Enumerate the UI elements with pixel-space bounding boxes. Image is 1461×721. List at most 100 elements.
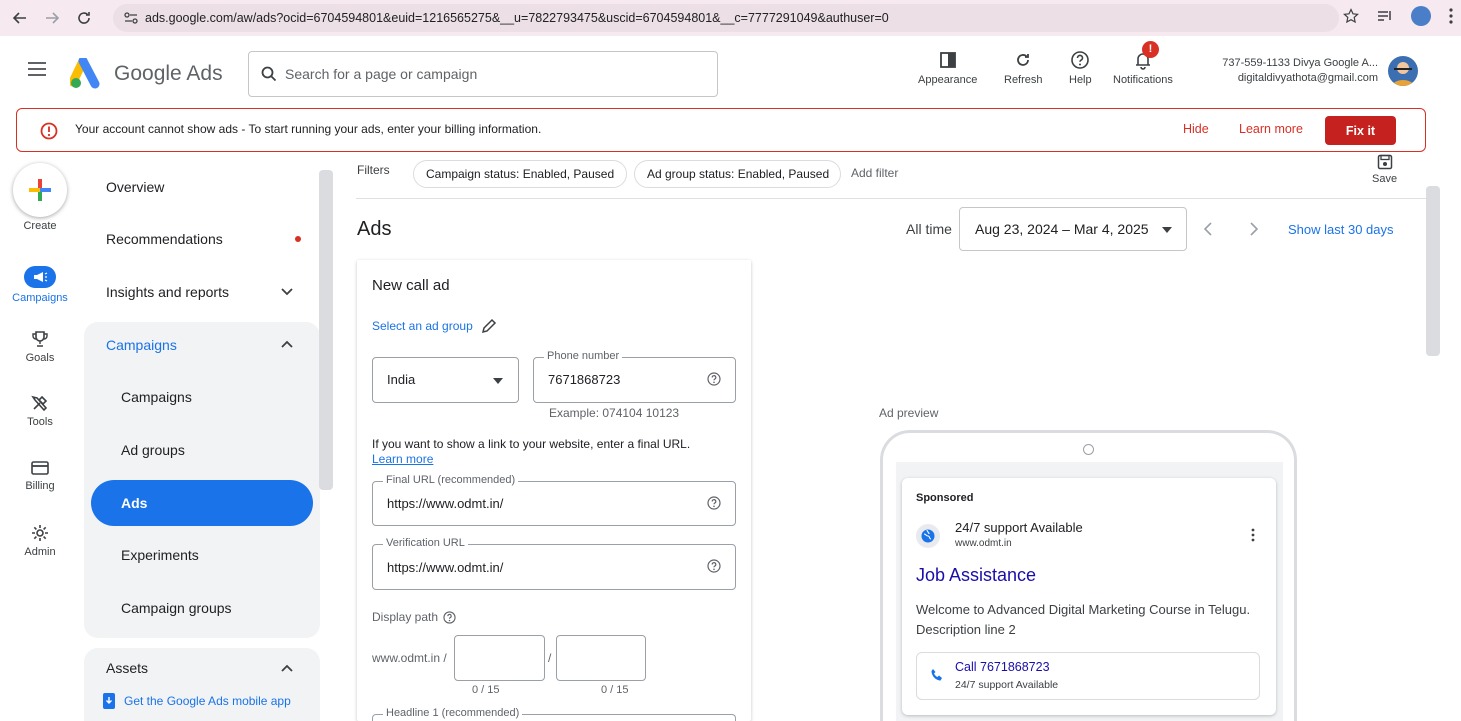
business-name: 24/7 support Available <box>955 520 1083 535</box>
google-ads-logo-icon <box>70 58 100 89</box>
nav-item-campaigns-group[interactable]: Campaigns <box>106 337 177 353</box>
next-period-icon[interactable] <box>1250 222 1258 236</box>
rail-admin[interactable]: Admin <box>5 524 75 558</box>
learn-more-url-link[interactable]: Learn more <box>372 452 433 466</box>
rail-goals[interactable]: Goals <box>5 330 75 364</box>
megaphone-icon <box>24 266 56 288</box>
nav-item-assets[interactable]: Assets <box>106 660 148 676</box>
verification-url-field[interactable]: Verification URL https://www.odmt.in/ <box>372 537 736 590</box>
final-url-help-icon[interactable] <box>707 496 721 510</box>
final-url-field[interactable]: Final URL (recommended) https://www.odmt… <box>372 474 736 526</box>
country-dropdown-icon <box>493 378 503 384</box>
notifications-button[interactable]: ! Notifications <box>1113 41 1173 86</box>
nav-item-campaigns[interactable]: Campaigns <box>121 389 192 405</box>
phone-number-field[interactable]: Phone number 7671868723 <box>533 350 736 403</box>
learn-more-link[interactable]: Learn more <box>1239 122 1303 136</box>
site-settings-icon[interactable] <box>123 11 139 25</box>
refresh-button[interactable]: Refresh <box>1004 50 1043 86</box>
country-select[interactable]: India <box>372 357 519 403</box>
hide-link[interactable]: Hide <box>1183 122 1209 136</box>
nav-item-ad-groups[interactable]: Ad groups <box>121 442 185 458</box>
help-icon <box>1071 51 1090 69</box>
account-info[interactable]: 737-559-1133 Divya Google A... digitaldi… <box>1204 56 1378 86</box>
chevron-down-icon[interactable] <box>281 288 293 296</box>
select-ad-group-link[interactable]: Select an ad group <box>372 318 497 334</box>
phone-camera-icon <box>1083 444 1094 455</box>
main-menu-icon[interactable] <box>28 62 46 76</box>
date-range-picker[interactable]: Aug 23, 2024 – Mar 4, 2025 <box>959 207 1187 251</box>
help-button[interactable]: Help <box>1069 50 1092 86</box>
dropdown-arrow-icon <box>1162 227 1172 233</box>
final-url-label: Final URL (recommended) <box>383 474 519 486</box>
nav-item-recommendations[interactable]: Recommendations <box>106 231 223 247</box>
search-bar[interactable]: Search for a page or campaign <box>248 51 718 97</box>
refresh-label: Refresh <box>1004 74 1043 86</box>
nav-item-overview[interactable]: Overview <box>106 179 164 195</box>
add-filter-button[interactable]: Add filter <box>851 166 898 180</box>
show-last-30-days-link[interactable]: Show last 30 days <box>1288 222 1394 237</box>
rail-billing[interactable]: Billing <box>5 460 75 492</box>
mobile-app-link[interactable]: Get the Google Ads mobile app <box>102 692 291 710</box>
fix-it-button[interactable]: Fix it <box>1325 116 1396 145</box>
notification-badge: ! <box>1141 41 1159 58</box>
select-ad-group-label: Select an ad group <box>372 319 473 333</box>
display-path-heading: Display path <box>372 610 456 624</box>
appearance-button[interactable]: Appearance <box>918 50 977 86</box>
nav-scrollbar[interactable] <box>319 170 333 490</box>
save-label: Save <box>1372 173 1398 185</box>
forward-icon[interactable] <box>40 6 64 30</box>
headline1-field[interactable]: Headline 1 (recommended) <box>372 707 736 721</box>
verification-help-icon[interactable] <box>707 559 721 573</box>
address-bar[interactable]: ads.google.com/aw/ads?ocid=6704594801&eu… <box>113 4 1339 32</box>
create-button[interactable] <box>13 163 67 217</box>
nav-item-insights[interactable]: Insights and reports <box>106 284 229 300</box>
previous-period-icon[interactable] <box>1204 222 1212 236</box>
app-header: Google Ads Search for a page or campaign… <box>0 36 1461 106</box>
rail-create-label: Create <box>23 220 57 232</box>
rail-goals-label: Goals <box>25 352 55 364</box>
nav-item-experiments[interactable]: Experiments <box>121 547 199 563</box>
rail-tools[interactable]: Tools <box>5 394 75 428</box>
alert-detail: - To start running your ads, enter your … <box>238 122 542 136</box>
path1-input[interactable] <box>454 635 545 681</box>
google-ads-logo[interactable]: Google Ads <box>70 58 223 90</box>
nav-item-campaign-groups[interactable]: Campaign groups <box>121 600 232 616</box>
path1-counter: 0 / 15 <box>472 684 500 696</box>
reading-list-icon[interactable] <box>1377 9 1393 23</box>
save-button[interactable]: Save <box>1372 154 1397 185</box>
main-scrollbar[interactable] <box>1426 186 1440 356</box>
account-name: 737-559-1133 Divya Google A... <box>1222 57 1378 69</box>
reload-icon[interactable] <box>72 6 96 30</box>
avatar[interactable] <box>1388 56 1418 86</box>
search-placeholder: Search for a page or campaign <box>285 66 478 82</box>
phone-help-icon[interactable] <box>707 372 721 386</box>
browser-toolbar: ads.google.com/aw/ads?ocid=6704594801&eu… <box>0 0 1461 36</box>
rail-billing-label: Billing <box>25 480 55 492</box>
save-icon <box>1377 154 1392 170</box>
browser-menu-icon[interactable] <box>1449 8 1453 24</box>
call-number: Call 7671868723 <box>955 660 1050 674</box>
bookmark-star-icon[interactable] <box>1343 8 1359 24</box>
path2-counter: 0 / 15 <box>601 684 629 696</box>
call-phone-icon <box>930 668 944 682</box>
recommendations-dot <box>295 236 301 242</box>
business-domain: www.odmt.in <box>955 538 1012 549</box>
tools-icon <box>31 395 48 412</box>
alert-message: Your account cannot show ads - To start … <box>75 122 541 136</box>
nav-item-ads[interactable]: Ads <box>121 495 147 511</box>
billing-alert-banner: Your account cannot show ads - To start … <box>16 108 1426 152</box>
profile-icon[interactable] <box>1411 6 1431 26</box>
back-icon[interactable] <box>8 6 32 30</box>
chevron-up-icon[interactable] <box>281 340 293 348</box>
ad-more-options-icon[interactable] <box>1251 528 1255 542</box>
rail-campaigns[interactable]: Campaigns <box>5 266 75 304</box>
help-label: Help <box>1069 74 1092 86</box>
display-path-help-icon[interactable] <box>443 610 456 624</box>
filter-chip-campaign-status[interactable]: Campaign status: Enabled, Paused <box>413 160 627 188</box>
app-name: Google Ads <box>114 62 223 85</box>
mobile-app-label: Get the Google Ads mobile app <box>124 694 291 708</box>
assets-chevron-up-icon[interactable] <box>281 664 293 672</box>
path2-input[interactable] <box>556 635 646 681</box>
filter-chip-ad-group-status[interactable]: Ad group status: Enabled, Paused <box>634 160 841 188</box>
ad-headline[interactable]: Job Assistance <box>916 565 1036 586</box>
